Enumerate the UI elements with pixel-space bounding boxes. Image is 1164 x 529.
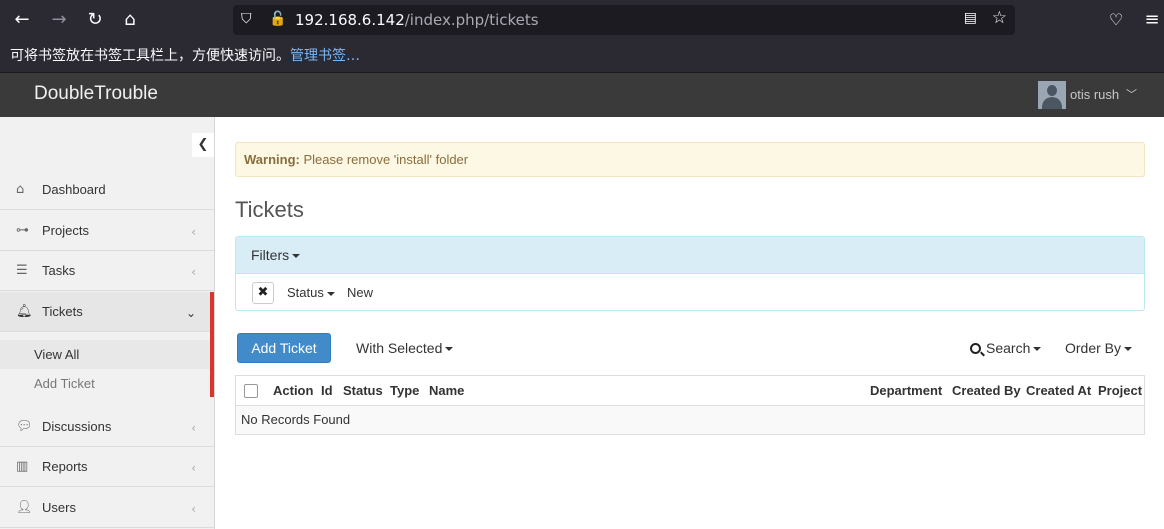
remove-filter-button[interactable]: ✖ — [252, 282, 274, 304]
column-type[interactable]: Type — [390, 376, 419, 406]
search-dropdown[interactable]: Search — [970, 333, 1042, 363]
user-icon: 👤︎ — [16, 500, 33, 515]
caret-down-icon — [326, 291, 335, 296]
sidebar-item-tickets[interactable]: 🔔︎ Tickets ⌄ — [0, 292, 214, 332]
sidebar-item-projects[interactable]: ⊶ Projects ‹ — [0, 211, 214, 251]
sidebar-item-discussions[interactable]: 💬︎ Discussions ‹ — [0, 407, 214, 447]
with-selected-dropdown[interactable]: With Selected — [356, 333, 454, 363]
manage-bookmarks-link[interactable]: 管理书签… — [290, 48, 360, 64]
sidebar-item-dashboard[interactable]: ⌂ Dashboard — [0, 170, 214, 210]
alert-label: Warning: — [244, 152, 300, 167]
column-status[interactable]: Status — [343, 376, 383, 406]
column-department[interactable]: Department — [870, 376, 942, 406]
url-path: /index.php/tickets — [404, 11, 539, 29]
caret-down-icon — [1124, 347, 1133, 352]
url-host: 192.168.6.142 — [295, 11, 405, 29]
home-icon: ⌂ — [16, 182, 25, 197]
search-icon — [970, 343, 981, 354]
chevron-left-icon: ‹ — [191, 502, 196, 516]
bookmark-star-icon[interactable]: ☆ — [992, 8, 1007, 28]
caret-down-icon — [1033, 347, 1042, 352]
insecure-lock-icon[interactable]: 🔓 — [269, 11, 286, 27]
bar-chart-icon: ▥ — [16, 459, 29, 474]
brand-title[interactable]: DoubleTrouble — [34, 83, 158, 105]
caret-down-icon — [445, 347, 454, 352]
shield-icon[interactable]: ⛉ — [241, 11, 257, 29]
main-content: Warning: Please remove 'install' folder … — [215, 117, 1164, 529]
browser-toolbar: ← → ↻ ⌂ ⛉ 🔓 192.168.6.142/index.php/tick… — [0, 0, 1164, 40]
filters-label: Filters — [251, 247, 290, 263]
with-selected-label: With Selected — [356, 340, 443, 356]
sidebar-item-label: Discussions — [42, 419, 112, 434]
filters-toggle[interactable]: Filters — [236, 237, 1144, 274]
sidebar-item-label: Dashboard — [42, 182, 106, 197]
add-ticket-button[interactable]: Add Ticket — [237, 333, 331, 363]
search-label: Search — [986, 340, 1031, 356]
column-created-at[interactable]: Created At — [1026, 376, 1091, 406]
order-by-label: Order By — [1065, 340, 1122, 356]
chevron-left-icon: ‹ — [191, 225, 196, 239]
bell-icon: 🔔︎ — [16, 304, 33, 319]
comments-icon: 💬︎ — [16, 419, 33, 434]
filter-value[interactable]: New — [347, 283, 373, 303]
warning-alert: Warning: Please remove 'install' folder — [235, 142, 1145, 177]
bookmarks-hint: 可将书签放在书签工具栏上，方便快速访问。 — [10, 48, 290, 64]
tickets-table: Action Id Status Type Name Department Cr… — [235, 375, 1145, 435]
chevron-left-icon: ‹ — [191, 421, 196, 435]
sidebar-subitem-view-all[interactable]: View All — [0, 340, 210, 369]
sidebar-item-label: Reports — [42, 459, 88, 474]
chevron-left-icon: ‹ — [191, 461, 196, 475]
url-text[interactable]: 192.168.6.142/index.php/tickets — [295, 11, 539, 29]
sidebar-subitem-add-ticket[interactable]: Add Ticket — [0, 369, 210, 398]
reader-view-icon[interactable]: ▤ — [964, 10, 977, 26]
table-row: No Records Found — [236, 406, 1144, 434]
active-indicator — [210, 292, 214, 397]
sitemap-icon: ⊶ — [16, 223, 29, 238]
filter-field-dropdown[interactable]: Status — [287, 283, 335, 303]
reload-icon[interactable]: ↻ — [83, 8, 107, 32]
chevron-down-icon: ⌄ — [185, 306, 196, 320]
caret-down-icon — [292, 254, 301, 259]
filters-panel: Filters ✖ Status New — [235, 236, 1145, 311]
user-name[interactable]: otis rush — [1070, 81, 1119, 109]
sidebar-item-reports[interactable]: ▥ Reports ‹ — [0, 447, 214, 487]
column-id[interactable]: Id — [321, 376, 333, 406]
hamburger-menu-icon[interactable]: ≡ — [1140, 8, 1164, 32]
sidebar-item-label: Tickets — [42, 304, 83, 319]
order-by-dropdown[interactable]: Order By — [1065, 333, 1133, 363]
pocket-icon[interactable]: ♡ — [1104, 8, 1128, 32]
home-browser-icon[interactable]: ⌂ — [118, 8, 142, 32]
sidebar-item-label: Users — [42, 500, 76, 515]
select-all-checkbox[interactable] — [244, 384, 258, 398]
tasks-icon: ☰ — [16, 263, 28, 278]
chevron-left-icon: ‹ — [191, 265, 196, 279]
sidebar-item-users[interactable]: 👤︎ Users ‹ — [0, 488, 214, 528]
sidebar: ❮ ⌂ Dashboard ⊶ Projects ‹ ☰ Tasks ‹ 🔔︎ … — [0, 117, 215, 529]
app-header: DoubleTrouble otis rush ﹀ — [0, 72, 1164, 117]
url-bar[interactable]: ⛉ 🔓 192.168.6.142/index.php/tickets ▤ ☆ — [233, 5, 1015, 35]
collapse-sidebar-button[interactable]: ❮ — [192, 133, 214, 157]
sidebar-item-tasks[interactable]: ☰ Tasks ‹ — [0, 251, 214, 291]
chevron-down-icon[interactable]: ﹀ — [1126, 81, 1137, 109]
column-action[interactable]: Action — [273, 376, 313, 406]
back-icon[interactable]: ← — [10, 8, 34, 32]
column-project[interactable]: Project — [1098, 376, 1142, 406]
avatar[interactable] — [1038, 81, 1066, 109]
alert-message: Please remove 'install' folder — [303, 152, 469, 167]
sidebar-item-label: Tasks — [42, 263, 76, 278]
bookmarks-toolbar: 可将书签放在书签工具栏上，方便快速访问。管理书签… — [0, 40, 1164, 72]
page-title: Tickets — [235, 197, 304, 222]
column-created-by[interactable]: Created By — [952, 376, 1021, 406]
sidebar-item-label: Projects — [42, 223, 89, 238]
forward-icon[interactable]: → — [47, 8, 71, 32]
table-header: Action Id Status Type Name Department Cr… — [236, 376, 1144, 406]
filter-field-label: Status — [287, 285, 324, 300]
column-name[interactable]: Name — [429, 376, 464, 406]
